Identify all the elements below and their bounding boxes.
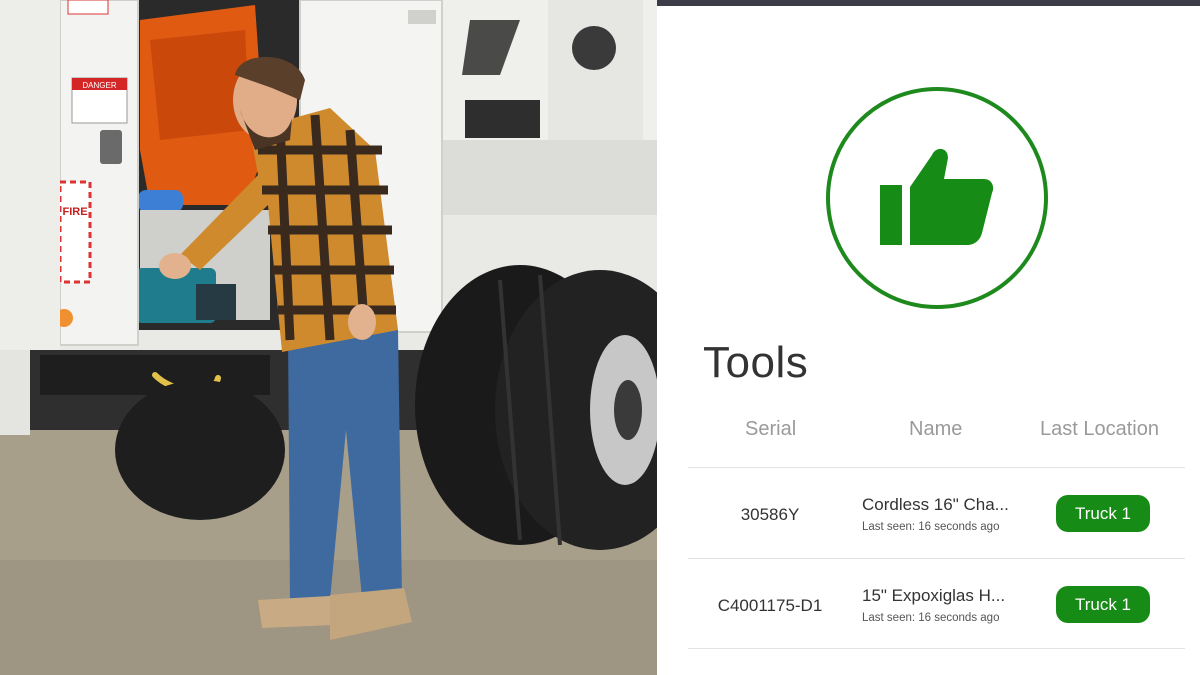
- column-header-serial: Serial: [745, 418, 797, 440]
- table-row[interactable]: C4001175-D1 15" Expoxiglas H... Last see…: [688, 558, 1185, 649]
- location-badge[interactable]: Truck 1: [1056, 586, 1150, 623]
- tools-table: 30586Y Cordless 16" Cha... Last seen: 16…: [688, 467, 1185, 649]
- photo-truck-scene: DANGER FIRE: [0, 0, 657, 675]
- tool-name: 15" Expoxiglas H...: [862, 586, 1006, 605]
- column-header-name: Name: [909, 418, 963, 440]
- sticker-fire-text: FIRE: [62, 206, 87, 218]
- table-row[interactable]: 30586Y Cordless 16" Cha... Last seen: 16…: [688, 467, 1185, 558]
- sticker-danger-text: DANGER: [82, 81, 116, 90]
- tools-panel: Tools Serial Name Last Location 30586Y C…: [657, 0, 1200, 675]
- tool-serial: C4001175-D1: [717, 596, 823, 615]
- location-badge[interactable]: Truck 1: [1056, 495, 1150, 532]
- column-header-last-location: Last Location: [1040, 418, 1159, 440]
- section-title: Tools: [703, 338, 809, 387]
- tool-name: Cordless 16" Cha...: [862, 495, 1009, 514]
- tool-last-seen: Last seen: 16 seconds ago: [862, 521, 1000, 533]
- thumbs-up-icon: [880, 148, 994, 245]
- status-indicator: [826, 87, 1048, 309]
- tool-last-seen: Last seen: 16 seconds ago: [862, 612, 1000, 624]
- panel-top-bar: [657, 0, 1200, 6]
- tool-serial: 30586Y: [740, 505, 800, 524]
